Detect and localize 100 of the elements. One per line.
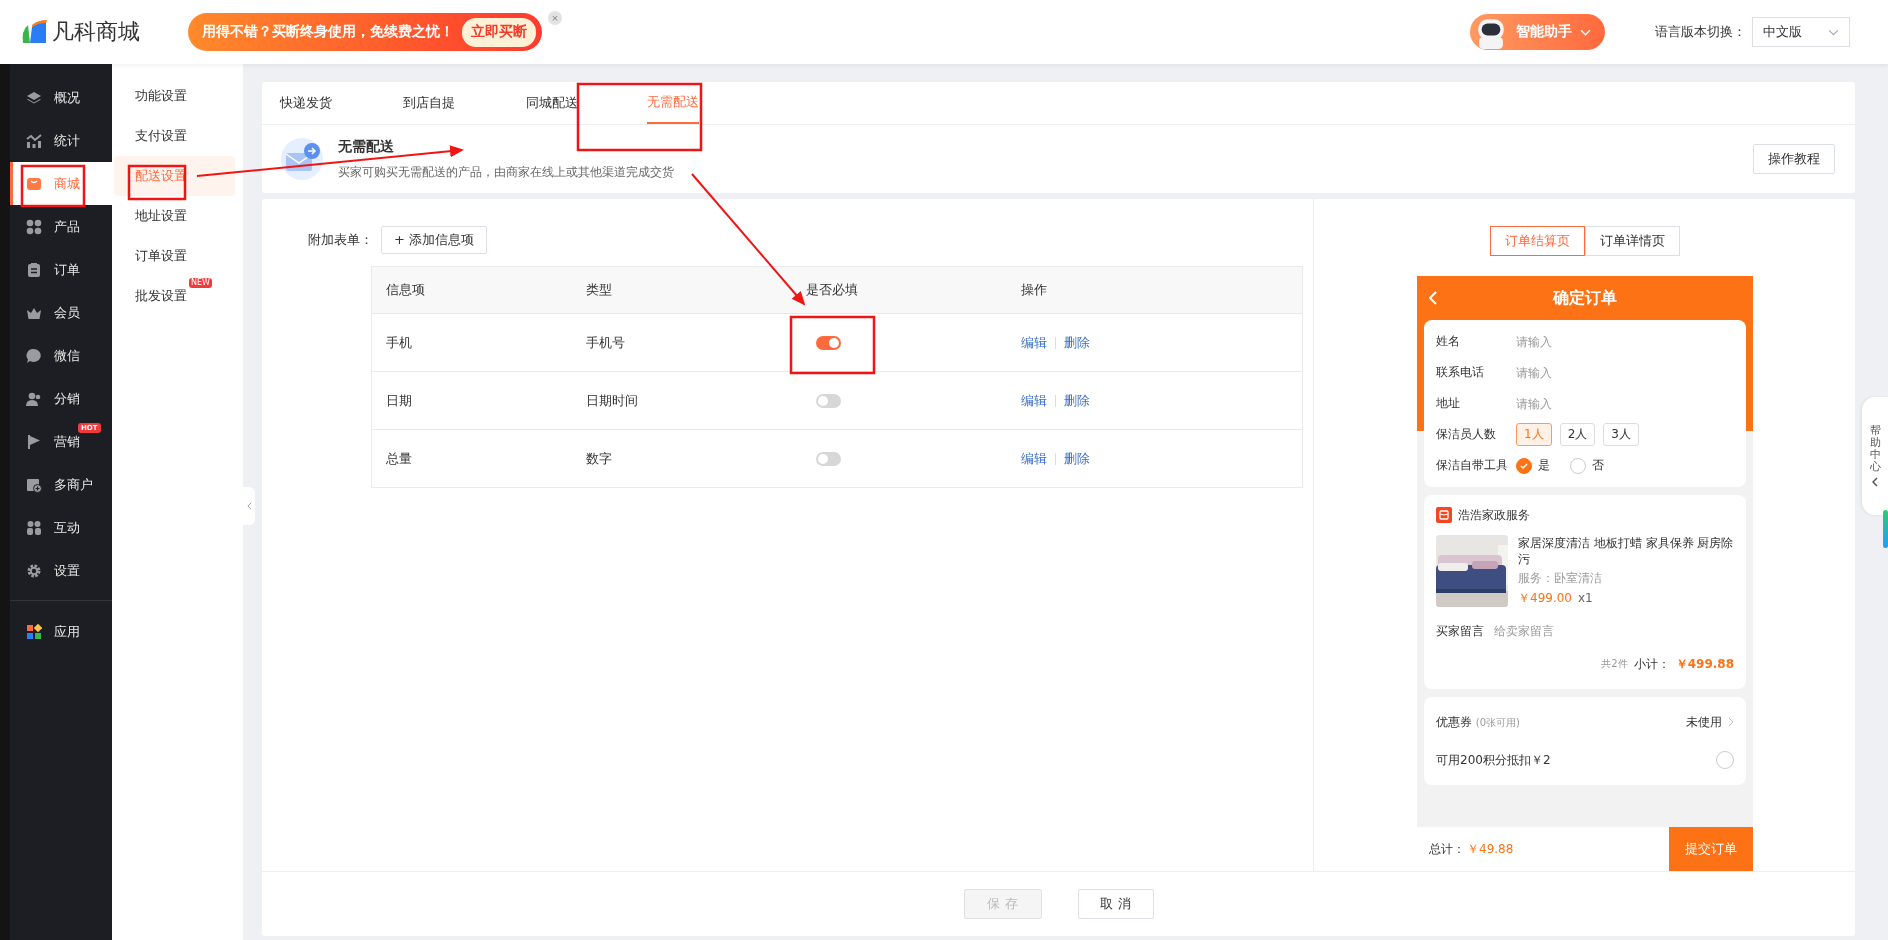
chevron-left-icon — [1872, 477, 1878, 488]
table-cell-text: 数字 — [585, 449, 613, 468]
new-badge: NEW — [189, 278, 212, 288]
chevron-down-icon — [1580, 28, 1591, 36]
field-label: 保洁员人数 — [1436, 426, 1497, 443]
chevron-right-icon — [1728, 717, 1734, 727]
section-description: 买家可购买无需配送的产品，由商家在线上或其他渠道完成交货 — [338, 163, 675, 181]
people-icon — [26, 519, 42, 536]
grid-icon — [26, 218, 42, 235]
toggle-switch[interactable] — [816, 451, 841, 466]
item-count: 共2件 — [1601, 657, 1628, 671]
collapse-handle[interactable] — [243, 487, 255, 525]
table-cell-text: 日期 — [385, 391, 413, 410]
settings-icon — [26, 562, 42, 579]
sidebar-item[interactable]: 多商户 — [10, 463, 95, 506]
submenu-item[interactable]: 订单设置 — [114, 236, 188, 276]
action-link[interactable]: 删除 — [1064, 391, 1090, 410]
submenu-item[interactable]: 批发设置 — [114, 276, 188, 316]
field-label: 姓名 — [1436, 333, 1461, 350]
sidebar-item[interactable]: 概况 — [10, 76, 82, 119]
form-label: 附加表单： — [308, 231, 373, 249]
chart-icon — [26, 132, 42, 149]
sidebar-item[interactable]: 会员 — [10, 291, 82, 334]
toggle-switch[interactable] — [816, 335, 841, 350]
column-header: 是否必填 — [805, 281, 859, 299]
preview-tab[interactable]: 订单详情页 — [1585, 226, 1680, 256]
subtotal-label: 小计： — [1633, 655, 1670, 673]
cancel-button[interactable]: 取 消 — [1077, 889, 1154, 919]
language-label: 语言版本切换： — [1655, 23, 1746, 41]
total-label: 总计： — [1429, 840, 1465, 858]
sidebar-item[interactable]: 微信 — [10, 334, 82, 377]
field-label: 联系电话 — [1436, 364, 1485, 381]
product-service: 服务：卧室清洁 — [1518, 570, 1603, 587]
product-quantity: x1 — [1578, 591, 1593, 605]
check-icon — [1519, 460, 1529, 471]
highlight-frame — [127, 164, 187, 201]
table-cell-text: 日期时间 — [585, 391, 639, 410]
radio-button[interactable] — [1516, 457, 1532, 474]
toggle-switch[interactable] — [816, 393, 841, 408]
action-link[interactable]: 删除 — [1064, 333, 1090, 352]
coupon-status: 未使用 — [1686, 713, 1722, 731]
coupon-hint: (0张可用) — [1475, 716, 1520, 728]
input-field[interactable]: 请输入 — [1516, 334, 1636, 349]
column-header: 操作 — [1020, 281, 1048, 299]
action-link[interactable]: 编辑 — [1021, 391, 1047, 410]
store-icon — [26, 476, 42, 493]
add-field-button[interactable]: + 添加信息项 — [381, 226, 488, 254]
sidebar-item[interactable]: 产品 — [10, 205, 82, 248]
logo-icon — [20, 19, 48, 45]
sidebar-item[interactable]: 设置 — [10, 549, 82, 592]
table-cell-text: 手机号 — [585, 333, 626, 352]
input-field[interactable]: 请输入 — [1516, 396, 1636, 411]
sidebar-item[interactable]: 订单 — [10, 248, 82, 291]
shop-name: 浩浩家政服务 — [1458, 506, 1530, 524]
shop-icon — [1436, 507, 1452, 523]
option-chip[interactable]: 2人 — [1559, 423, 1596, 446]
input-field[interactable]: 请输入 — [1516, 365, 1636, 380]
coupon-label: 优惠券 — [1436, 714, 1472, 729]
table-cell-text: 手机 — [385, 333, 413, 352]
bag-icon — [26, 175, 42, 192]
tab[interactable]: 快递发货 — [280, 82, 366, 124]
scroll-indicator — [1883, 510, 1888, 548]
column-header: 信息项 — [385, 281, 426, 299]
option-chip[interactable]: 3人 — [1603, 423, 1639, 446]
logo-text: 凡科商城 — [52, 18, 140, 46]
field-label: 地址 — [1436, 395, 1461, 412]
tab[interactable]: 同城配送 — [526, 82, 612, 124]
users-icon — [26, 390, 42, 407]
sidebar-item[interactable]: 统计 — [10, 119, 82, 162]
tab[interactable]: 到店自提 — [403, 82, 489, 124]
flag-icon — [26, 433, 42, 450]
apps-icon — [26, 623, 42, 640]
envelope-icon — [280, 137, 324, 181]
sidebar-item[interactable]: 互动 — [10, 506, 82, 549]
field-label: 保洁自带工具 — [1436, 457, 1509, 474]
total-amount: ￥49.88 — [1467, 840, 1514, 858]
chat-icon — [26, 347, 42, 364]
help-center-tab[interactable]: 帮助中心 — [1862, 397, 1888, 515]
submenu-item[interactable]: 支付设置 — [114, 116, 188, 156]
promo-text: 用得不错？买断终身使用，免续费之忧！ — [202, 23, 454, 41]
message-field[interactable]: 给卖家留言 — [1494, 624, 1614, 638]
action-link[interactable]: 删除 — [1064, 449, 1090, 468]
table-cell-text: 总量 — [385, 449, 413, 468]
clipboard-icon — [26, 261, 42, 278]
points-label: 可用200积分抵扣￥2 — [1436, 751, 1551, 769]
highlight-frame — [20, 164, 86, 208]
submenu-item[interactable]: 地址设置 — [114, 196, 188, 236]
subtotal-amount: ￥499.88 — [1675, 655, 1734, 673]
layers-icon — [26, 89, 42, 106]
action-link[interactable]: 编辑 — [1021, 333, 1047, 352]
section-title: 无需配送 — [338, 137, 395, 156]
sidebar-item[interactable]: 应用 — [10, 610, 82, 653]
submenu-item[interactable]: 功能设置 — [114, 76, 188, 116]
tutorial-button[interactable]: 操作教程 — [1753, 144, 1835, 174]
language-select[interactable]: 中文版 — [1752, 17, 1850, 47]
sidebar-item[interactable]: 分销 — [10, 377, 82, 420]
field-label: 买家留言 — [1436, 622, 1484, 640]
page-title: 确定订单 — [1553, 287, 1617, 309]
chevron-down-icon — [1828, 28, 1839, 36]
action-link[interactable]: 编辑 — [1021, 449, 1047, 468]
